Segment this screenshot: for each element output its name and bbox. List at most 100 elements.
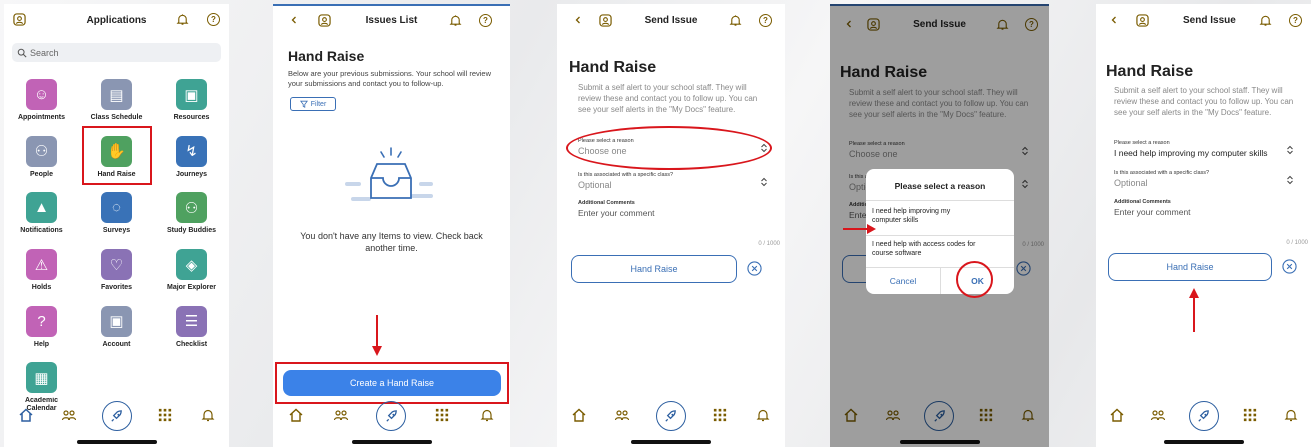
reason-select[interactable]: Please select a reason I need help impro… <box>1114 140 1294 158</box>
class-value: Optional <box>1114 178 1148 188</box>
app-tile-checklist[interactable]: ☰ Checklist <box>154 305 229 349</box>
tab-apps-grid-icon[interactable] <box>1240 405 1260 425</box>
help-icon[interactable]: ? <box>207 13 220 26</box>
app-tile-label: Class Schedule <box>90 114 143 121</box>
help-icon[interactable]: ? <box>759 14 772 27</box>
class-value: Optional <box>578 180 612 190</box>
page-title: Issues List <box>365 15 418 26</box>
bell-icon[interactable] <box>449 14 462 27</box>
app-tile-resources[interactable]: ▣ Resources <box>154 79 229 122</box>
tab-home-icon[interactable] <box>569 405 589 425</box>
tab-notifications-icon[interactable] <box>1281 405 1301 425</box>
select-chevron-icon <box>1286 145 1294 155</box>
tab-apps-grid-icon[interactable] <box>155 405 175 425</box>
help-icon[interactable]: ? <box>1289 14 1302 27</box>
comments-label: Additional Comments <box>578 200 635 206</box>
tab-home-icon[interactable] <box>1107 405 1127 425</box>
tab-groups-icon[interactable] <box>331 405 351 425</box>
dialog-option-2[interactable]: I need help with access codes for course… <box>872 240 997 258</box>
arrow-right-annotation <box>843 223 877 235</box>
comments-placeholder: Enter your comment <box>1114 207 1191 217</box>
page-heading: Hand Raise <box>569 59 657 76</box>
app-tile-label: Journeys <box>175 170 208 178</box>
highlight-reason-field <box>566 126 772 170</box>
select-chevron-icon <box>760 177 768 187</box>
comments-field[interactable]: Additional Comments Enter your comment <box>578 200 768 218</box>
help-icon: ? <box>26 305 57 337</box>
tab-home-icon[interactable] <box>16 405 36 425</box>
hand-raise-submit-button[interactable]: Hand Raise <box>1108 253 1272 281</box>
tab-groups-icon[interactable] <box>1148 405 1168 425</box>
app-tile-label: Favorites <box>100 284 133 292</box>
tab-notifications-icon[interactable] <box>477 405 497 425</box>
comments-field[interactable]: Additional Comments Enter your comment <box>1114 199 1294 217</box>
bell-icon[interactable] <box>1259 14 1272 27</box>
app-tile-class-schedule[interactable]: ▤ Class Schedule <box>79 79 154 122</box>
tab-home-icon[interactable] <box>286 405 306 425</box>
highlight-ok-button <box>956 261 993 298</box>
search-input[interactable]: Search <box>12 43 221 62</box>
page-description: Submit a self alert to your school staff… <box>1114 86 1294 117</box>
class-select[interactable]: Is this associated with a specific class… <box>1114 170 1294 188</box>
home-indicator <box>76 440 157 444</box>
create-hand-raise-button[interactable]: Create a Hand Raise <box>283 370 501 396</box>
dialog-cancel-button[interactable]: Cancel <box>866 268 940 294</box>
app-tile-holds[interactable]: ⚠ Holds <box>4 249 79 292</box>
clear-circle-x-icon[interactable] <box>1282 259 1297 274</box>
app-tile-help[interactable]: ? Help <box>4 305 79 349</box>
app-tile-appointments[interactable]: ☺ Appointments <box>4 79 79 122</box>
app-tile-major-explorer[interactable]: ◈ Major Explorer <box>154 249 229 292</box>
bell-icon[interactable] <box>176 13 189 26</box>
hand-raise-submit-button[interactable]: Hand Raise <box>571 255 737 283</box>
app-tile-label: Study Buddies <box>166 227 216 235</box>
app-tile-people[interactable]: ⚇ People <box>4 135 79 179</box>
page-heading: Hand Raise <box>1106 63 1194 80</box>
arrow-down-annotation <box>371 315 383 357</box>
screen-applications: Applications ? Search ☺ Appointments ▤ Clas… <box>4 4 229 447</box>
app-tile-account[interactable]: ▣ Account <box>79 305 154 349</box>
calendar-icon: ▦ <box>26 362 57 394</box>
clear-circle-x-icon[interactable] <box>747 261 762 276</box>
filter-label: Filter <box>310 100 327 108</box>
tab-launch-rocket-icon[interactable] <box>1188 401 1219 431</box>
tab-notifications-icon[interactable] <box>198 405 218 425</box>
warning-icon: ⚠ <box>26 249 57 281</box>
schedule-icon: ▤ <box>101 79 132 110</box>
bell-icon[interactable] <box>729 14 742 27</box>
tab-groups-icon[interactable] <box>59 405 79 425</box>
tab-apps-grid-icon[interactable] <box>710 405 730 425</box>
tab-launch-rocket-icon[interactable] <box>101 401 132 431</box>
profile-icon[interactable] <box>1136 14 1149 27</box>
account-icon: ▣ <box>101 305 132 337</box>
search-icon <box>17 48 27 58</box>
header: Issues List ? <box>273 4 510 38</box>
app-tile-label: Surveys <box>102 227 131 235</box>
app-tile-label: Checklist <box>175 340 208 348</box>
page-description: Below are your previous submissions. You… <box>288 69 492 89</box>
tab-notifications-icon[interactable] <box>753 405 773 425</box>
filter-button[interactable]: Filter <box>290 97 336 111</box>
tab-apps-grid-icon[interactable] <box>432 405 452 425</box>
app-tile-label: Account <box>102 340 131 348</box>
checklist-icon: ☰ <box>176 305 207 337</box>
tab-launch-rocket-icon[interactable] <box>376 401 407 431</box>
back-chevron-icon[interactable] <box>1109 15 1119 25</box>
page-title: Applications <box>86 15 147 26</box>
app-tile-favorites[interactable]: ♡ Favorites <box>79 249 154 292</box>
select-chevron-icon <box>1286 175 1294 185</box>
app-tile-journeys[interactable]: ↯ Journeys <box>154 135 229 179</box>
app-tile-study-buddies[interactable]: ⚇ Study Buddies <box>154 192 229 235</box>
tab-groups-icon[interactable] <box>612 405 632 425</box>
app-tile-surveys[interactable]: ◌ Surveys <box>79 192 154 235</box>
dialog-option-1[interactable]: I need help improving my computer skills <box>872 207 972 225</box>
app-tile-label: Notifications <box>20 227 63 235</box>
help-icon[interactable]: ? <box>479 14 492 27</box>
app-tile-label: Appointments <box>17 114 66 121</box>
comments-placeholder: Enter your comment <box>578 208 655 218</box>
app-tile-notifications[interactable]: ▲ Notifications <box>4 192 79 235</box>
header: Applications ? <box>4 4 229 38</box>
class-label: Is this associated with a specific class… <box>578 172 674 178</box>
arrow-up-annotation <box>1188 287 1200 332</box>
tab-launch-rocket-icon[interactable] <box>655 401 686 431</box>
class-select[interactable]: Is this associated with a specific class… <box>578 172 768 190</box>
